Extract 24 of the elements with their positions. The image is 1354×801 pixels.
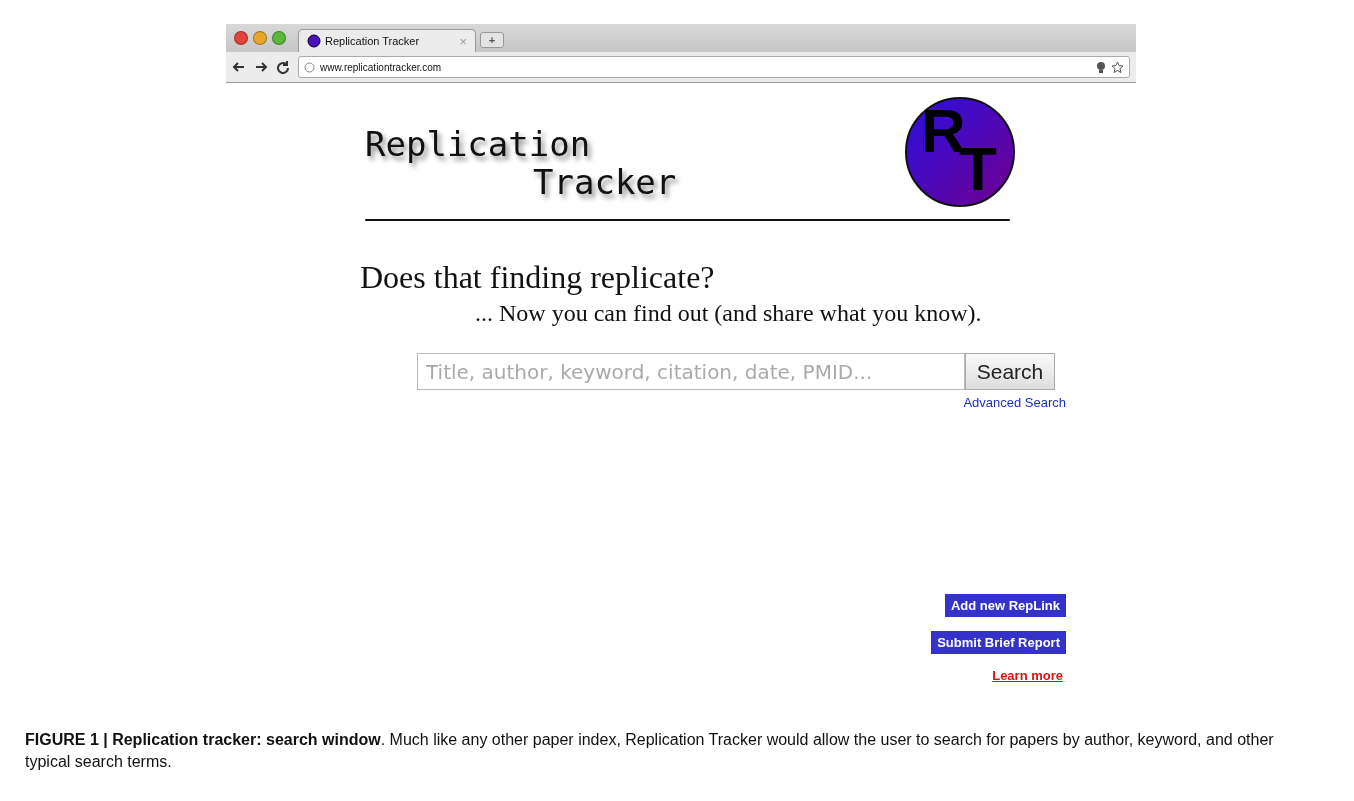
action-button[interactable]: Add new RepLink (944, 594, 1066, 617)
back-icon[interactable] (232, 60, 246, 74)
site-logo: RT (905, 97, 1015, 207)
page-heading: Does that finding replicate? (360, 259, 716, 297)
lightbulb-icon[interactable] (1096, 60, 1106, 74)
search-field[interactable]: Title, author, keyword, citation, date, PMID... (417, 353, 965, 390)
learn-more-link[interactable]: Learn more (992, 668, 1063, 683)
star-icon[interactable] (1111, 60, 1124, 74)
forward-icon[interactable] (254, 60, 268, 74)
action-button[interactable]: Submit Brief Report (931, 631, 1066, 654)
address-bar[interactable]: www.replicationtracker.com (298, 56, 1130, 78)
favicon-icon (307, 34, 321, 48)
close-window-icon[interactable] (234, 31, 248, 45)
page-subheading: ... Now you can find out (and share what you know). (475, 300, 983, 328)
browser-tab[interactable]: Replication Tracker × (298, 29, 476, 52)
reload-icon[interactable] (276, 60, 290, 74)
advanced-search-link[interactable]: Advanced Search (963, 395, 1066, 410)
new-tab-button[interactable]: + (480, 32, 504, 48)
globe-icon (304, 61, 315, 73)
figure-caption: FIGURE 1 | Replication tracker: search window. Much like any other paper index, Replication Tracker would allow the user to search for papers by author, keyword, and other typical search terms. (25, 730, 1275, 772)
search-button[interactable]: Search (965, 353, 1055, 390)
minimize-window-icon[interactable] (253, 31, 267, 45)
site-title: Replication Tracker (365, 125, 677, 201)
zoom-window-icon[interactable] (272, 31, 286, 45)
